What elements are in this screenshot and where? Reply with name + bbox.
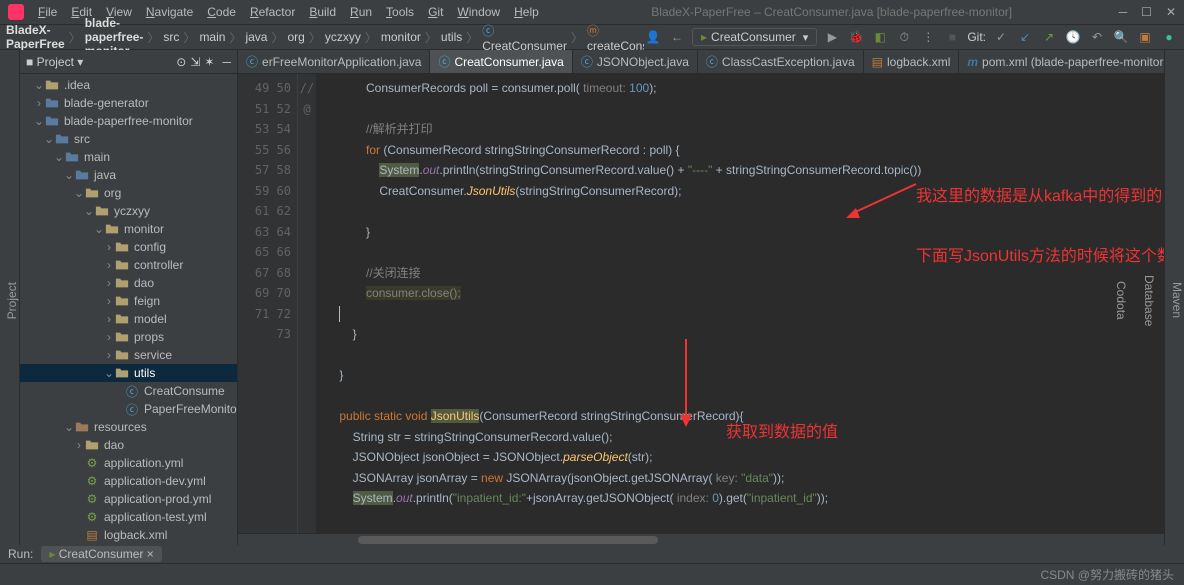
tree-node[interactable]: ⌄main [20,148,237,166]
editor-tab[interactable]: ⓒCreatConsumer.java [430,50,572,73]
watermark: CSDN @努力搬砖的猪头 [1040,566,1174,583]
breadcrumb-item[interactable]: src [163,30,179,44]
tree-node[interactable]: ⚙application-prod.yml [20,490,237,508]
git-history-icon[interactable]: 🕓 [1064,28,1082,46]
project-panel-title: ■ Project ▾ [26,55,83,69]
tree-node[interactable]: ⚙application.yml [20,454,237,472]
run-config-dropdown[interactable]: ▸CreatConsumer ▾ [692,28,817,46]
tree-node[interactable]: ⌄src [20,130,237,148]
codota-icon[interactable]: ● [1160,28,1178,46]
editor-tab[interactable]: ⓒerFreeMonitorApplication.java [238,50,430,73]
line-gutter: 49 50 51 52 53 54 55 56 57 58 59 60 61 6… [238,74,298,533]
tree-node[interactable]: ⌄blade-paperfree-monitor [20,112,237,130]
stop-icon[interactable]: ■ [943,28,961,46]
coverage-icon[interactable]: ◧ [871,28,889,46]
gutter-marks: // @ [298,74,316,533]
tree-node[interactable]: ⌄monitor [20,220,237,238]
profile-icon[interactable]: ⏱ [895,28,913,46]
status-bar: CSDN @努力搬砖的猪头 [0,563,1184,585]
tree-node[interactable]: ⌄java [20,166,237,184]
tree-node[interactable]: ⌄.idea [20,76,237,94]
annotation-text-1: 我这里的数据是从kafka中的得到的 [916,186,1164,208]
annotation-text-2: 下面写JsonUtils方法的时候将这个数据作为参数传入 [916,246,1164,268]
tree-node[interactable]: ›blade-generator [20,94,237,112]
tree-node[interactable]: ⌄resources [20,418,237,436]
tree-node[interactable]: ⌄utils [20,364,237,382]
tree-node[interactable]: ›config [20,238,237,256]
attach-icon[interactable]: ⋮ [919,28,937,46]
breadcrumb-item[interactable]: BladeX-PaperFree [6,23,65,51]
run-tool-window: Run: ▸ CreatConsumer × [0,545,1184,563]
ide-settings-icon[interactable]: ▣ [1136,28,1154,46]
breadcrumb-item[interactable]: org [288,30,305,44]
run-toolbar: 👤 ← ▸CreatConsumer ▾ ▶ 🐞 ◧ ⏱ ⋮ ■ Git: ✓ … [644,28,1178,46]
tree-node[interactable]: ⓒCreatConsume [20,382,237,400]
tree-node[interactable]: ⚙application-test.yml [20,508,237,526]
editor-tab[interactable]: ⓒJSONObject.java [573,50,698,73]
editor: ⓒerFreeMonitorApplication.javaⓒCreatCons… [238,50,1164,545]
search-icon[interactable]: 🔍 [1112,28,1130,46]
breadcrumb-item[interactable]: monitor [381,30,421,44]
breadcrumb-item[interactable]: main [199,30,225,44]
breadcrumb-item[interactable]: ⓜ createConsumer [587,22,644,53]
expand-all-icon[interactable]: ⇲ [190,55,200,69]
horizontal-scrollbar[interactable] [238,533,1164,545]
editor-tab[interactable]: ▤logback.xml [864,50,960,73]
project-panel-header: ■ Project ▾ ⊙ ⇲ ✶ ─ [20,50,237,74]
breadcrumb-item[interactable]: java [245,30,267,44]
run-label: Run: [8,547,33,561]
git-update-icon[interactable]: ↙ [1016,28,1034,46]
select-opened-file-icon[interactable]: ⊙ [176,55,186,69]
tree-node[interactable]: ›dao [20,436,237,454]
user-icon[interactable]: 👤 [644,28,662,46]
minimize-icon[interactable]: ─ [1119,5,1128,19]
code-area: 49 50 51 52 53 54 55 56 57 58 59 60 61 6… [238,74,1164,533]
project-tree[interactable]: ⌄.idea›blade-generator⌄blade-paperfree-m… [20,74,237,545]
tree-node[interactable]: ▤logback.xml [20,526,237,544]
navigation-bar: BladeX-PaperFree〉blade-paperfree-monitor… [0,24,1184,50]
maximize-icon[interactable]: ☐ [1141,5,1152,19]
git-push-icon[interactable]: ↗ [1040,28,1058,46]
editor-tab[interactable]: mpom.xml (blade-paperfree-monitor-api) [959,50,1164,73]
tree-node[interactable]: ›model [20,310,237,328]
hide-icon[interactable]: ─ [222,55,231,69]
breadcrumb-item[interactable]: ⓒ CreatConsumer [482,22,567,53]
main-area: Project Commit Structure ■ Project ▾ ⊙ ⇲… [0,50,1184,545]
debug-icon[interactable]: 🐞 [847,28,865,46]
tree-node[interactable]: ›target [20,544,237,545]
code-body[interactable]: ConsumerRecords poll = consumer.poll( ti… [316,74,1164,533]
window-controls: ─ ☐ ✕ [1119,5,1176,19]
tree-node[interactable]: ›controller [20,256,237,274]
editor-tabs: ⓒerFreeMonitorApplication.javaⓒCreatCons… [238,50,1164,74]
tree-node[interactable]: ⓒPaperFreeMonito [20,400,237,418]
maven-tool-button[interactable]: Maven [1170,282,1184,318]
tree-node[interactable]: ⚙application-dev.yml [20,472,237,490]
tree-node[interactable]: ›props [20,328,237,346]
git-label: Git: [967,30,986,44]
back-icon[interactable]: ← [668,28,686,46]
tree-node[interactable]: ⌄org [20,184,237,202]
tree-node[interactable]: ›service [20,346,237,364]
tree-node[interactable]: ›feign [20,292,237,310]
editor-tab[interactable]: ⓒClassCastException.java [698,50,864,73]
breadcrumb-item[interactable]: utils [441,30,462,44]
run-tab[interactable]: ▸ CreatConsumer × [41,546,161,562]
git-branch-icon[interactable]: ✓ [992,28,1010,46]
close-icon[interactable]: ✕ [1166,5,1176,19]
project-panel: ■ Project ▾ ⊙ ⇲ ✶ ─ ⌄.idea›blade-generat… [20,50,238,545]
breadcrumb-item[interactable]: yczxyy [325,30,361,44]
project-tool-button[interactable]: Project [5,282,19,319]
git-rollback-icon[interactable]: ↶ [1088,28,1106,46]
right-tool-stripe: Maven Database Codota [1164,50,1184,545]
annotation-text-3: 获取到数据的值 [726,423,838,444]
tree-node[interactable]: ›dao [20,274,237,292]
collapse-icon[interactable]: ✶ [204,55,214,69]
left-tool-stripe: Project Commit Structure [0,50,20,545]
tree-node[interactable]: ⌄yczxyy [20,202,237,220]
run-icon[interactable]: ▶ [823,28,841,46]
